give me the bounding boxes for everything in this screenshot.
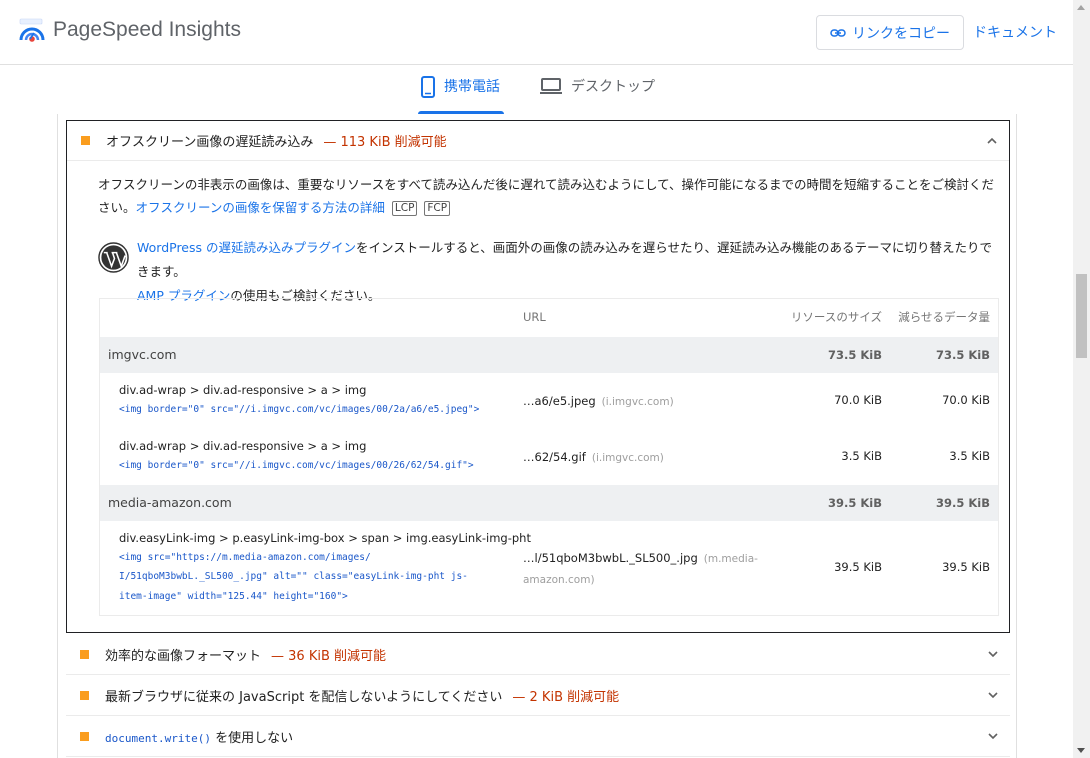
savings-cell: 3.5 KiB bbox=[949, 449, 990, 463]
metric-tag-fcp: FCP bbox=[424, 201, 451, 216]
node-selector: div.ad-wrap > div.ad-responsive > a > im… bbox=[119, 383, 367, 397]
chevron-up-icon[interactable] bbox=[985, 134, 999, 148]
node-selector: div.ad-wrap > div.ad-responsive > a > im… bbox=[119, 439, 367, 453]
audit-legacy-javascript[interactable]: 最新ブラウザに従来の JavaScript を配信しないようにしてください — … bbox=[66, 675, 1010, 716]
group-savings: 39.5 KiB bbox=[936, 496, 990, 510]
resource-host: (i.imgvc.com) bbox=[591, 452, 664, 464]
chevron-down-icon[interactable] bbox=[986, 688, 1000, 702]
node-snippet-line-1[interactable]: <img src="https://m.media-amazon.com/ima… bbox=[119, 548, 371, 568]
learn-more-link[interactable]: オフスクリーンの画像を保留する方法の詳細 bbox=[136, 200, 385, 215]
top-header: PageSpeed Insights リンクをコピー ドキュメント bbox=[0, 0, 1073, 65]
audit-title: document.write() を使用しない bbox=[105, 727, 293, 746]
tab-mobile[interactable]: 携帯電話 bbox=[418, 76, 504, 114]
group-domain: imgvc.com bbox=[108, 347, 177, 362]
warning-square-icon bbox=[80, 690, 89, 700]
tab-mobile-label: 携帯電話 bbox=[444, 79, 500, 95]
resource-url-path: …62/54.gif bbox=[523, 450, 586, 464]
smartphone-icon bbox=[421, 76, 435, 98]
resource-size-cell: 39.5 KiB bbox=[834, 560, 882, 574]
resource-host: (i.imgvc.com) bbox=[601, 396, 674, 408]
resource-url-path: …a6/e5.jpeg bbox=[523, 394, 596, 408]
audit-title: オフスクリーン画像の遅延読み込み bbox=[106, 135, 314, 150]
node-snippet[interactable]: <img border="0" src="//i.imgvc.com/vc/im… bbox=[119, 400, 479, 420]
resource-size-cell: 70.0 KiB bbox=[834, 393, 882, 407]
table-row: div.ad-wrap > div.ad-responsive > a > im… bbox=[100, 373, 998, 429]
audit-efficient-image-formats[interactable]: 効率的な画像フォーマット — 36 KiB 削減可能 bbox=[66, 634, 1010, 675]
resource-url[interactable]: …62/54.gif (i.imgvc.com) bbox=[523, 447, 664, 468]
table-row: div.easyLink-img > p.easyLink-img-box > … bbox=[100, 521, 998, 615]
app-title: PageSpeed Insights bbox=[53, 18, 241, 41]
table-row: div.ad-wrap > div.ad-responsive > a > im… bbox=[100, 429, 998, 485]
tab-desktop-label: デスクトップ bbox=[571, 79, 655, 95]
warning-square-icon bbox=[80, 649, 89, 659]
device-tabs: 携帯電話 デスクトップ bbox=[0, 66, 1073, 114]
resource-url-path: …l/51qboM3bwbL._SL500_.jpg bbox=[523, 551, 698, 565]
group-domain: media-amazon.com bbox=[108, 495, 232, 510]
node-snippet[interactable]: <img border="0" src="//i.imgvc.com/vc/im… bbox=[119, 456, 474, 476]
resource-host-cont: amazon.com) bbox=[523, 574, 595, 586]
audit-title-suffix: を使用しない bbox=[210, 730, 294, 746]
audit-savings: — 113 KiB 削減可能 bbox=[323, 135, 447, 150]
resource-size-cell: 3.5 KiB bbox=[841, 449, 882, 463]
table-group-row: media-amazon.com 39.5 KiB 39.5 KiB bbox=[100, 485, 998, 521]
resource-host: (m.media- bbox=[703, 553, 758, 565]
copy-link-button[interactable]: リンクをコピー bbox=[816, 15, 964, 50]
node-snippet-line-3[interactable]: item-image" width="125.44" height="160"> bbox=[119, 587, 348, 607]
chevron-down-icon[interactable] bbox=[986, 647, 1000, 661]
audit-offscreen-images: オフスクリーン画像の遅延読み込み — 113 KiB 削減可能 オフスクリーンの… bbox=[66, 120, 1010, 633]
column-header-savings: 減らせるデータ量 bbox=[898, 310, 990, 324]
scroll-down-arrow-icon[interactable] bbox=[1077, 748, 1085, 753]
documentation-link[interactable]: ドキュメント bbox=[973, 22, 1057, 42]
audit-title: 最新ブラウザに従来の JavaScript を配信しないようにしてください bbox=[105, 689, 503, 705]
pagespeed-logo-icon bbox=[19, 18, 45, 42]
warning-square-icon bbox=[80, 731, 89, 741]
wp-lazy-plugin-link[interactable]: WordPress の遅延読み込みプラグイン bbox=[137, 240, 356, 255]
audit-list: オフスクリーン画像の遅延読み込み — 113 KiB 削減可能 オフスクリーンの… bbox=[57, 114, 1017, 758]
laptop-icon bbox=[540, 78, 562, 94]
wordpress-icon bbox=[98, 242, 129, 273]
audit-description: オフスクリーンの非表示の画像は、重要なリソースをすべて読み込んだ後に遅れて読み込… bbox=[98, 173, 998, 219]
chevron-down-icon[interactable] bbox=[986, 729, 1000, 743]
copy-link-label: リンクをコピー bbox=[852, 25, 950, 42]
group-savings: 73.5 KiB bbox=[936, 348, 990, 362]
audit-savings: — 36 KiB 削減可能 bbox=[271, 648, 387, 664]
node-selector: div.easyLink-img > p.easyLink-img-box > … bbox=[119, 531, 531, 545]
audit-title-code: document.write() bbox=[105, 731, 211, 745]
table-group-row: imgvc.com 73.5 KiB 73.5 KiB bbox=[100, 337, 998, 373]
link-icon bbox=[830, 28, 846, 37]
column-header-resource-size: リソースのサイズ bbox=[790, 310, 882, 324]
group-resource-size: 39.5 KiB bbox=[828, 496, 882, 510]
audit-title: 効率的な画像フォーマット bbox=[105, 648, 262, 664]
resource-url[interactable]: …l/51qboM3bwbL._SL500_.jpg (m.media-amazo… bbox=[523, 548, 758, 590]
node-snippet-line-2[interactable]: I/51qboM3bwbL._SL500_.jpg" alt="" class=… bbox=[119, 567, 468, 587]
audit-document-write[interactable]: document.write() を使用しない bbox=[66, 716, 1010, 757]
audit-savings: — 2 KiB 削減可能 bbox=[512, 689, 620, 705]
group-resource-size: 73.5 KiB bbox=[828, 348, 882, 362]
tab-desktop[interactable]: デスクトップ bbox=[539, 76, 655, 114]
scrollbar-thumb[interactable] bbox=[1076, 274, 1087, 358]
audit-header[interactable]: オフスクリーン画像の遅延読み込み — 113 KiB 削減可能 bbox=[67, 121, 1009, 161]
warning-square-icon bbox=[81, 136, 90, 145]
column-header-url: URL bbox=[523, 310, 546, 324]
resource-url[interactable]: …a6/e5.jpeg (i.imgvc.com) bbox=[523, 391, 674, 412]
metric-tag-lcp: LCP bbox=[391, 201, 418, 216]
savings-cell: 39.5 KiB bbox=[942, 560, 990, 574]
scroll-up-arrow-icon[interactable] bbox=[1077, 5, 1085, 10]
savings-cell: 70.0 KiB bbox=[942, 393, 990, 407]
offscreen-images-table: URL リソースのサイズ 減らせるデータ量 imgvc.com 73.5 KiB… bbox=[99, 298, 999, 616]
vertical-scrollbar[interactable] bbox=[1073, 0, 1090, 758]
